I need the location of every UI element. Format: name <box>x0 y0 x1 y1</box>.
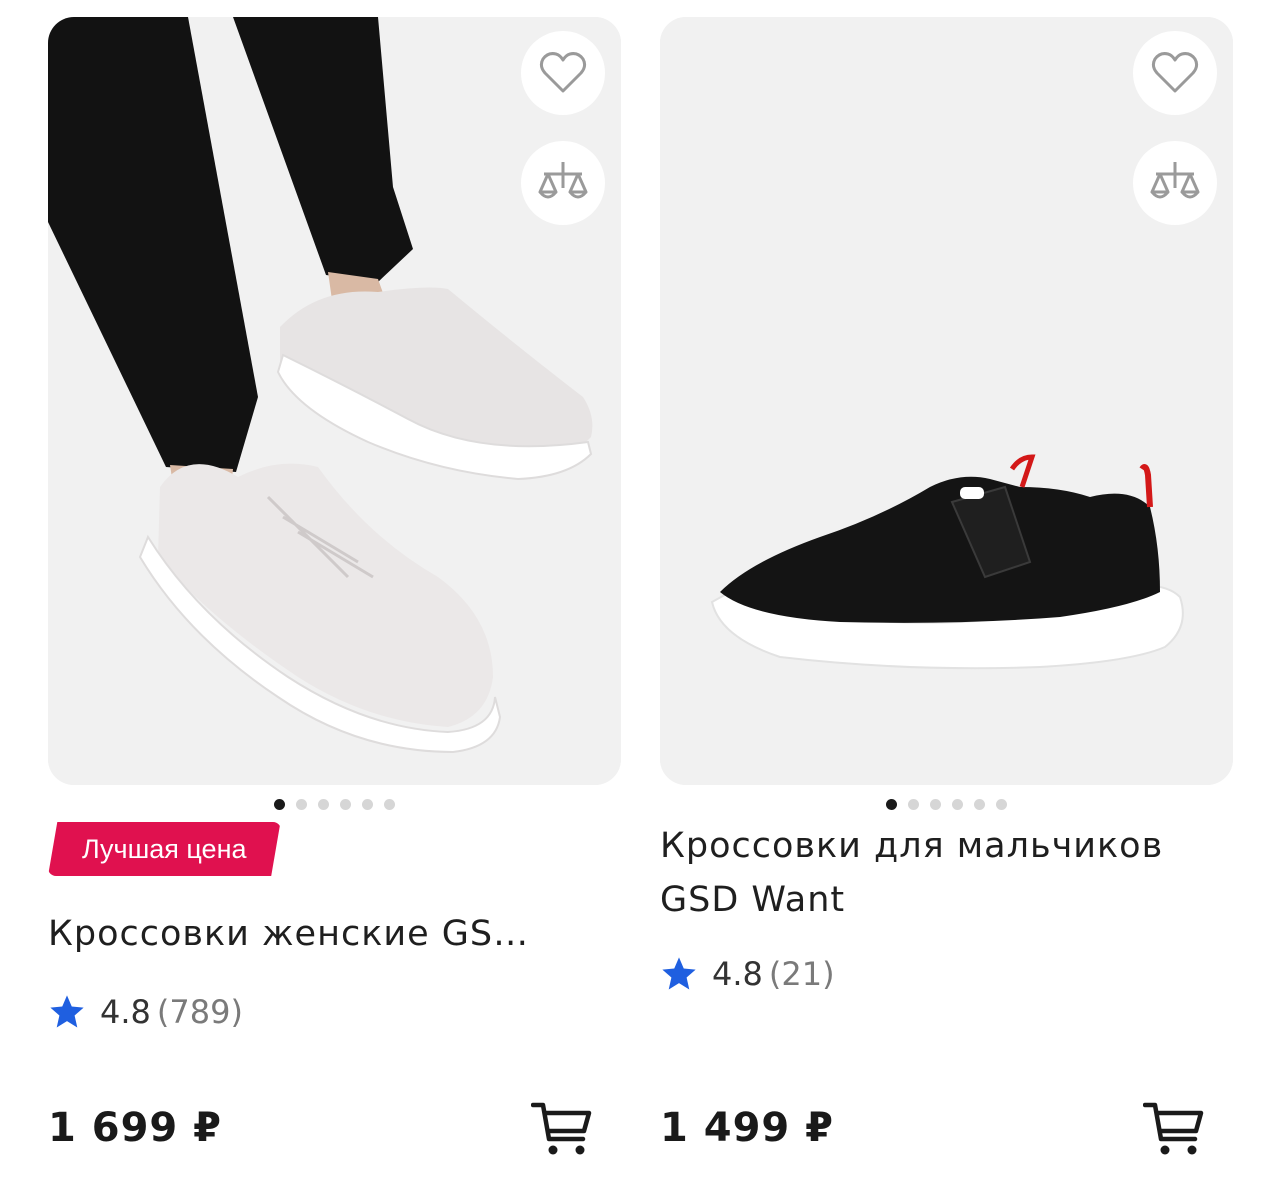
product-title[interactable]: Кроссовки женские GS… <box>48 907 593 961</box>
pagination-dot[interactable] <box>296 798 307 810</box>
product-rating[interactable]: 4.8 (21) <box>660 955 835 993</box>
image-pagination[interactable] <box>660 797 1233 811</box>
favorite-button[interactable] <box>521 31 605 115</box>
heart-icon <box>1151 52 1199 93</box>
cart-icon[interactable] <box>531 1099 593 1159</box>
product-price: 1 699 ₽ <box>48 1105 223 1151</box>
star-icon <box>50 995 84 1028</box>
product-price: 1 499 ₽ <box>660 1105 835 1151</box>
product-title[interactable]: Кроссовки для мальчиков GSD Want <box>660 819 1220 927</box>
pagination-dot[interactable] <box>384 798 395 810</box>
compare-scales-icon <box>538 162 588 199</box>
cart-icon[interactable] <box>1143 1099 1205 1159</box>
compare-scales-icon <box>1150 162 1200 199</box>
product-photo-white-sneakers <box>48 17 621 785</box>
heart-icon <box>539 52 587 93</box>
product-image[interactable] <box>48 17 621 785</box>
rating-value: 4.8 <box>712 955 763 993</box>
image-pagination[interactable] <box>48 797 621 811</box>
rating-value: 4.8 <box>100 993 151 1031</box>
pagination-dot[interactable] <box>908 798 919 810</box>
product-rating[interactable]: 4.8 (789) <box>48 993 243 1031</box>
pagination-dot[interactable] <box>274 798 285 810</box>
pagination-dot[interactable] <box>996 798 1007 810</box>
favorite-button[interactable] <box>1133 31 1217 115</box>
pagination-dot[interactable] <box>974 798 985 810</box>
pagination-dot[interactable] <box>930 798 941 810</box>
pagination-dot[interactable] <box>952 798 963 810</box>
product-card[interactable]: Лучшая цена Кроссовки женские GS… 4.8 (7… <box>48 17 621 1202</box>
pagination-dot[interactable] <box>340 798 351 810</box>
star-icon <box>662 957 696 990</box>
rating-count: (21) <box>768 955 835 993</box>
product-card[interactable]: Кроссовки для мальчиков GSD Want 4.8 (21… <box>660 17 1233 1202</box>
compare-button[interactable] <box>1133 141 1217 225</box>
pagination-dot[interactable] <box>886 798 897 810</box>
best-price-badge: Лучшая цена <box>48 822 281 876</box>
rating-count: (789) <box>156 993 243 1031</box>
product-photo-black-sneaker <box>660 17 1233 785</box>
compare-button[interactable] <box>521 141 605 225</box>
pagination-dot[interactable] <box>362 798 373 810</box>
product-image[interactable] <box>660 17 1233 785</box>
pagination-dot[interactable] <box>318 798 329 810</box>
